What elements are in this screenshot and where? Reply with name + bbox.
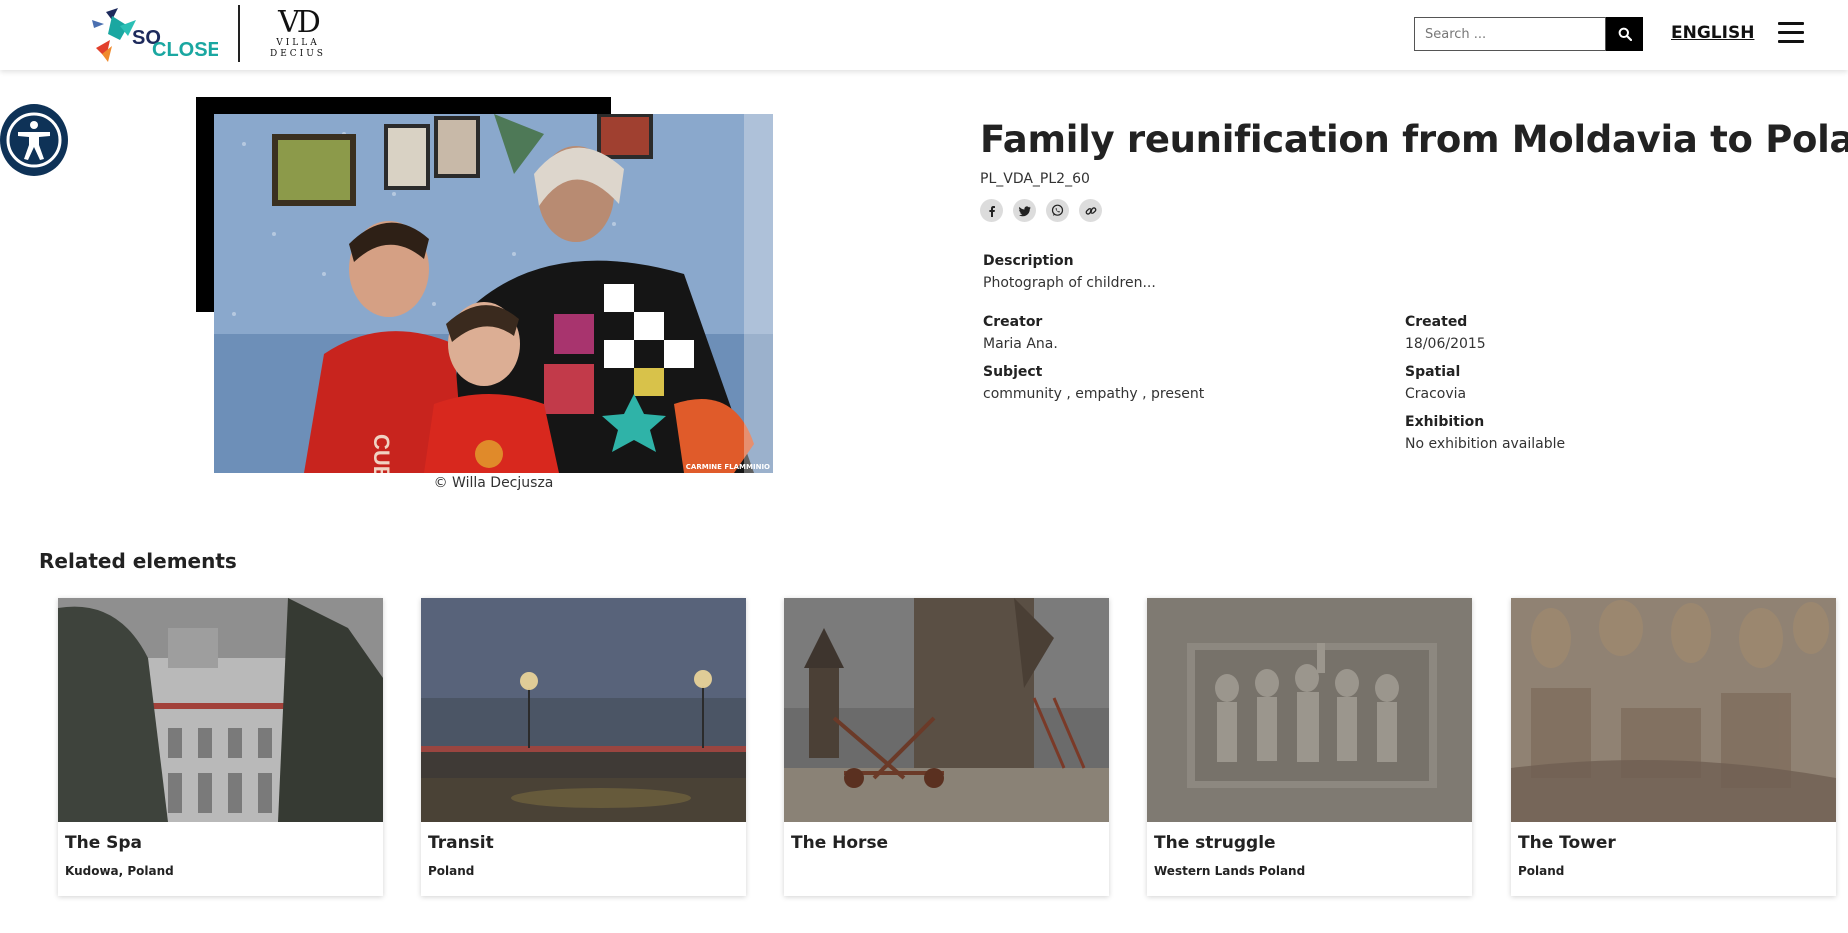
related-card-subtitle: Poland <box>1518 864 1565 878</box>
subject-value: community , empathy , present <box>983 386 1205 402</box>
related-card[interactable]: Transit Poland <box>421 598 746 896</box>
so-close-logo[interactable]: SO CLOSE <box>88 6 218 64</box>
description-value: Photograph of children... <box>983 275 1156 291</box>
related-card-title: Transit <box>428 833 494 853</box>
accessibility-icon <box>6 112 62 168</box>
twitter-icon <box>1018 205 1031 216</box>
villa-decius-line2: DECIUS <box>270 49 326 59</box>
related-card-image <box>784 598 1109 822</box>
photo-credit: © Willa Decjusza <box>433 475 554 491</box>
search-input[interactable] <box>1414 17 1606 51</box>
page-title: Family reunification from Moldavia to Po… <box>980 118 1848 161</box>
related-card-title: The Horse <box>791 833 889 853</box>
related-card[interactable]: The struggle Western Lands Poland <box>1147 598 1472 896</box>
facebook-share-button[interactable] <box>980 199 1003 222</box>
related-card-image <box>1511 598 1836 822</box>
facebook-icon <box>988 205 995 217</box>
related-card[interactable]: The Tower Poland <box>1511 598 1836 896</box>
creator-label: Creator <box>983 314 1043 330</box>
related-card-image <box>421 598 746 822</box>
related-card-title: The Spa <box>65 833 143 853</box>
photo-watermark: CARMINE FLAMMINIO <box>685 463 770 471</box>
twitter-share-button[interactable] <box>1013 199 1036 222</box>
related-card[interactable]: The Horse <box>784 598 1109 896</box>
description-label: Description <box>983 253 1074 269</box>
related-heading: Related elements <box>39 549 237 573</box>
subject-label: Subject <box>983 364 1043 380</box>
spatial-value: Cracovia <box>1405 386 1467 402</box>
spatial-label: Spatial <box>1405 364 1461 380</box>
created-value: 18/06/2015 <box>1405 336 1486 352</box>
search-icon <box>1618 27 1632 41</box>
related-card-subtitle: Kudowa, Poland <box>65 864 174 878</box>
copy-link-button[interactable] <box>1079 199 1102 222</box>
creator-value: Maria Ana. <box>983 336 1058 352</box>
hamburger-menu-button[interactable] <box>1778 22 1804 44</box>
logo-divider <box>238 5 240 62</box>
site-header: SO CLOSE VD VILLA DECIUS ENGLISH <box>0 0 1848 70</box>
villa-decius-logo[interactable]: VD VILLA DECIUS <box>270 8 326 62</box>
related-card-image <box>1147 598 1472 822</box>
related-card-subtitle: Western Lands Poland <box>1154 864 1306 878</box>
language-selector[interactable]: ENGLISH <box>1671 23 1754 43</box>
whatsapp-share-button[interactable] <box>1046 199 1069 222</box>
related-card-title: The Tower <box>1518 833 1616 853</box>
villa-decius-monogram: VD <box>278 5 321 40</box>
link-icon <box>1085 206 1096 215</box>
accessibility-button[interactable] <box>0 104 68 176</box>
main-photo-image: CUB <box>214 114 773 473</box>
related-card-image <box>58 598 383 822</box>
created-label: Created <box>1405 314 1468 330</box>
share-buttons <box>980 199 1102 222</box>
svg-text:CUB: CUB <box>369 434 394 473</box>
whatsapp-icon <box>1051 204 1064 216</box>
svg-text:CLOSE: CLOSE <box>152 39 218 61</box>
exhibition-value: No exhibition available <box>1405 436 1566 452</box>
search-button[interactable] <box>1606 17 1643 51</box>
related-card-title: The struggle <box>1154 833 1276 853</box>
main-photo[interactable]: CUB CARMINE FLAMMINIO <box>214 114 773 473</box>
related-card-subtitle: Poland <box>428 864 475 878</box>
villa-decius-line1: VILLA <box>276 38 320 48</box>
exhibition-label: Exhibition <box>1405 414 1485 430</box>
item-code: PL_VDA_PL2_60 <box>980 171 1090 187</box>
related-card[interactable]: The Spa Kudowa, Poland <box>58 598 383 896</box>
